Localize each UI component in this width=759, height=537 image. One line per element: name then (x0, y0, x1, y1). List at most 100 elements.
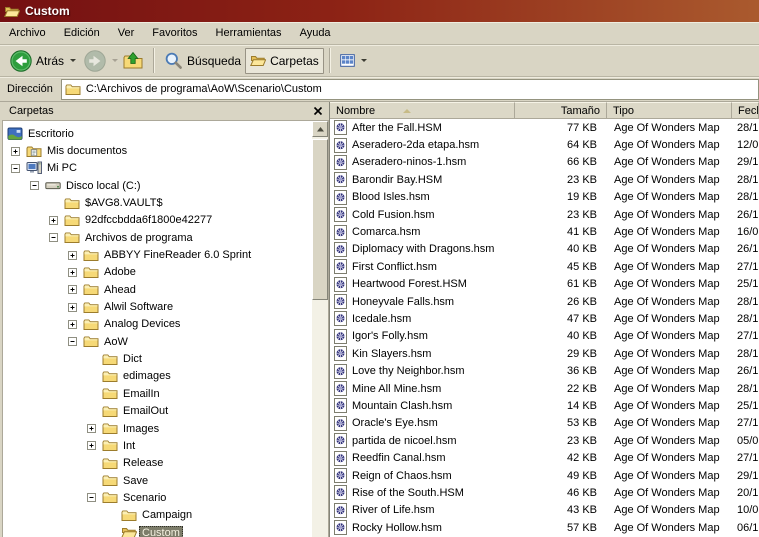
views-button[interactable] (336, 48, 371, 74)
tree-node-label[interactable]: EmailIn (120, 387, 163, 401)
file-row-aseradero-ninos-1-hsm[interactable]: Aseradero-ninos-1.hsm 66 KB Age Of Wonders… (330, 154, 759, 171)
tree-node-label[interactable]: Ahead (101, 283, 139, 297)
tree-node-int[interactable]: Int (3, 437, 312, 454)
tree-node-images[interactable]: Images (3, 420, 312, 437)
tree-node-label[interactable]: Mis documentos (44, 144, 130, 158)
column-header-tipo[interactable]: Tipo (607, 102, 732, 119)
tree-node-label[interactable]: 92dfccbdda6f1800e42277 (82, 213, 215, 227)
tree-node-abbyy-finereader-6-0-sprint[interactable]: ABBYY FineReader 6.0 Sprint (3, 246, 312, 263)
tree-node-label[interactable]: Images (120, 422, 162, 436)
file-row-rise-of-the-south-hsm[interactable]: Rise of the South.HSM 46 KB Age Of Wonders… (330, 484, 759, 501)
file-row-reign-of-chaos-hsm[interactable]: Reign of Chaos.hsm 49 KB Age Of Wonders Ma… (330, 467, 759, 484)
forward-button[interactable] (80, 48, 110, 74)
expander-plus-icon[interactable] (68, 267, 77, 277)
menu-item-herramientas[interactable]: Herramientas (207, 22, 291, 44)
tree-node-label[interactable]: ABBYY FineReader 6.0 Sprint (101, 248, 254, 262)
tree-node-label[interactable]: Mi PC (44, 161, 80, 175)
file-row-love-thy-neighbor-hsm[interactable]: Love thy Neighbor.hsm 36 KB Age Of Wonders… (330, 362, 759, 379)
tree-node-ahead[interactable]: Ahead (3, 281, 312, 298)
tree-node-label[interactable]: Archivos de programa (82, 231, 196, 245)
file-row-partida-de-nicoel-hsm[interactable]: partida de nicoel.hsm 23 KB Age Of Wonders… (330, 432, 759, 449)
menu-item-ayuda[interactable]: Ayuda (291, 22, 340, 44)
title-bar[interactable]: Custom (0, 0, 759, 22)
tree-node-label[interactable]: Custom (139, 525, 183, 537)
tree-node-edimages[interactable]: edimages (3, 368, 312, 385)
file-row-oracle-s-eye-hsm[interactable]: Oracle's Eye.hsm 53 KB Age Of Wonders Map 2… (330, 415, 759, 432)
file-row-mine-all-mine-hsm[interactable]: Mine All Mine.hsm 22 KB Age Of Wonders Map… (330, 380, 759, 397)
column-header-tama-o[interactable]: Tamaño (515, 102, 607, 119)
expander-minus-icon[interactable] (68, 337, 77, 347)
tree-node-aow[interactable]: AoW (3, 333, 312, 350)
tree-node-label[interactable]: Int (120, 439, 138, 453)
menu-item-ver[interactable]: Ver (109, 22, 144, 44)
tree-node-label[interactable]: Escritorio (25, 127, 77, 141)
close-icon[interactable] (313, 106, 323, 116)
tree-node-dict[interactable]: Dict (3, 350, 312, 367)
tree-scrollbar[interactable] (312, 121, 328, 537)
file-row-honeyvale-falls-hsm[interactable]: Honeyvale Falls.hsm 26 KB Age Of Wonders M… (330, 293, 759, 310)
expander-plus-icon[interactable] (68, 302, 77, 312)
tree-node-release[interactable]: Release (3, 455, 312, 472)
tree-node-label[interactable]: Release (120, 456, 166, 470)
up-button[interactable] (118, 48, 148, 74)
expander-plus-icon[interactable] (68, 250, 77, 260)
tree-node-mis-documentos[interactable]: Mis documentos (3, 142, 312, 159)
file-row-heartwood-forest-hsm[interactable]: Heartwood Forest.HSM 61 KB Age Of Wonders … (330, 276, 759, 293)
expander-plus-icon[interactable] (11, 146, 20, 156)
file-row-mountain-clash-hsm[interactable]: Mountain Clash.hsm 14 KB Age Of Wonders Ma… (330, 397, 759, 414)
scroll-up-button[interactable] (312, 121, 328, 137)
tree-node-label[interactable]: Alwil Software (101, 300, 176, 314)
expander-plus-icon[interactable] (87, 424, 96, 434)
tree-node-adobe[interactable]: Adobe (3, 264, 312, 281)
file-row-cold-fusion-hsm[interactable]: Cold Fusion.hsm 23 KB Age Of Wonders Map 26… (330, 206, 759, 223)
file-row-barondir-bay-hsm[interactable]: Barondir Bay.HSM 23 KB Age Of Wonders Map 2… (330, 171, 759, 188)
scrollbar-thumb[interactable] (312, 139, 328, 300)
file-row-icedale-hsm[interactable]: Icedale.hsm 47 KB Age Of Wonders Map 28/1 (330, 310, 759, 327)
tree-node-emailin[interactable]: EmailIn (3, 385, 312, 402)
column-header-fech[interactable]: Fech (732, 102, 759, 119)
tree-node-label[interactable]: Save (120, 474, 151, 488)
column-header-nombre[interactable]: Nombre (330, 102, 515, 119)
tree-node-label[interactable]: Adobe (101, 265, 139, 279)
file-row-blood-isles-hsm[interactable]: Blood Isles.hsm 19 KB Age Of Wonders Map 28… (330, 189, 759, 206)
expander-minus-icon[interactable] (30, 181, 39, 191)
views-dropdown-caret-icon[interactable] (360, 59, 367, 62)
expander-minus-icon[interactable] (49, 233, 58, 243)
tree-node-disco-local-c[interactable]: Disco local (C:) (3, 177, 312, 194)
search-button[interactable]: Búsqueda (160, 48, 245, 74)
tree-node-mi-pc[interactable]: Mi PC (3, 160, 312, 177)
tree-node-label[interactable]: Dict (120, 352, 145, 366)
file-row-after-the-fall-hsm[interactable]: After the Fall.HSM 77 KB Age Of Wonders Ma… (330, 119, 759, 136)
tree-node-label[interactable]: Campaign (139, 508, 195, 522)
file-row-reedfin-canal-hsm[interactable]: Reedfin Canal.hsm 42 KB Age Of Wonders Map… (330, 449, 759, 466)
expander-plus-icon[interactable] (87, 441, 96, 451)
file-row-first-conflict-hsm[interactable]: First Conflict.hsm 45 KB Age Of Wonders Ma… (330, 258, 759, 275)
file-row-diplomacy-with-dragons-hsm[interactable]: Diplomacy with Dragons.hsm 40 KB Age Of Wo… (330, 241, 759, 258)
tree-node-archivos-de-programa[interactable]: Archivos de programa (3, 229, 312, 246)
tree-node-label[interactable]: AoW (101, 335, 131, 349)
expander-minus-icon[interactable] (87, 493, 96, 503)
file-row-comarca-hsm[interactable]: Comarca.hsm 41 KB Age Of Wonders Map 16/0 (330, 223, 759, 240)
file-row-river-of-life-hsm[interactable]: River of Life.hsm 43 KB Age Of Wonders Map… (330, 502, 759, 519)
tree-node-label[interactable]: $AVG8.VAULT$ (82, 196, 166, 210)
tree-node-save[interactable]: Save (3, 472, 312, 489)
folders-button[interactable]: Carpetas (245, 47, 324, 74)
expander-plus-icon[interactable] (49, 215, 58, 225)
tree-node-label[interactable]: edimages (120, 369, 174, 383)
tree-node-label[interactable]: EmailOut (120, 404, 171, 418)
tree-node-campaign[interactable]: Campaign (3, 507, 312, 524)
tree-node-avg8-vault[interactable]: $AVG8.VAULT$ (3, 194, 312, 211)
expander-plus-icon[interactable] (68, 319, 77, 329)
file-row-rocky-hollow-hsm[interactable]: Rocky Hollow.hsm 57 KB Age Of Wonders Map 0… (330, 519, 759, 536)
tree-node-label[interactable]: Analog Devices (101, 317, 183, 331)
address-input[interactable]: C:\Archivos de programa\AoW\Scenario\Cus… (60, 78, 759, 100)
file-row-kin-slayers-hsm[interactable]: Kin Slayers.hsm 29 KB Age Of Wonders Map 28… (330, 345, 759, 362)
expander-minus-icon[interactable] (11, 163, 20, 173)
file-row-igor-s-folly-hsm[interactable]: Igor's Folly.hsm 40 KB Age Of Wonders Map 2… (330, 328, 759, 345)
tree-node-analog-devices[interactable]: Analog Devices (3, 316, 312, 333)
file-row-aseradero-2da-etapa-hsm[interactable]: Aseradero-2da etapa.hsm 64 KB Age Of Wonde… (330, 136, 759, 153)
back-button[interactable]: Atrás (6, 48, 80, 74)
tree-node-92dfccbdda6f1800e42277[interactable]: 92dfccbdda6f1800e42277 (3, 212, 312, 229)
expander-plus-icon[interactable] (68, 285, 77, 295)
tree-node-custom[interactable]: Custom (3, 524, 312, 537)
